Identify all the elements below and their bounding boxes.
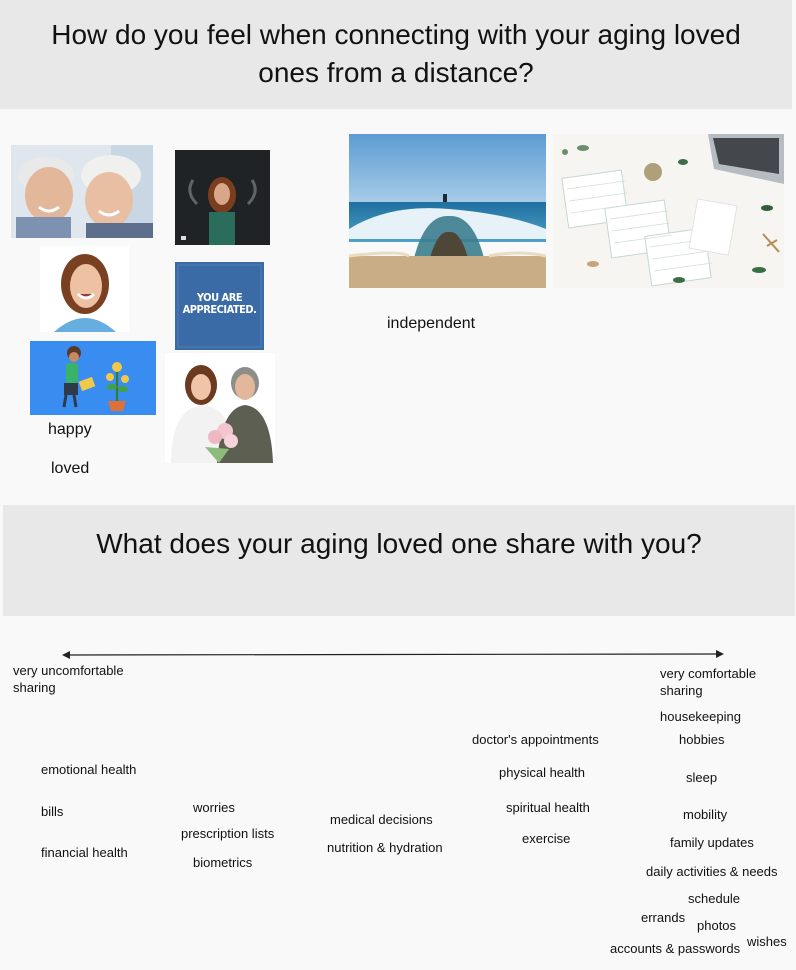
item-worries: worries bbox=[193, 800, 235, 815]
feeling-word-happy: happy bbox=[48, 421, 92, 438]
calendar-flatlay-photo bbox=[553, 134, 784, 288]
item-mobility: mobility bbox=[683, 807, 728, 822]
item-wishes: wishes bbox=[747, 934, 787, 949]
woman-chalkboard-photo bbox=[175, 150, 270, 245]
item-biometrics: biometrics bbox=[193, 855, 253, 870]
poster-text: YOU ARE APPRECIATED. bbox=[182, 291, 257, 316]
item-emotional-health: emotional health bbox=[41, 762, 137, 777]
item-spiritual-health: spiritual health bbox=[506, 800, 590, 815]
older-couple-photo bbox=[11, 145, 153, 238]
item-photos: photos bbox=[697, 918, 737, 933]
item-medical-decisions: medical decisions bbox=[330, 812, 433, 827]
item-accounts-passwords: accounts & passwords bbox=[610, 941, 741, 956]
sharing-title: What does your aging loved one share wit… bbox=[96, 528, 702, 559]
scale-label-comfortable: very comfortable sharing bbox=[660, 666, 757, 698]
item-prescription-lists: prescription lists bbox=[181, 826, 275, 841]
item-housekeeping: housekeeping bbox=[660, 709, 741, 724]
feeling-word-independent: independent bbox=[387, 315, 476, 332]
item-financial-health: financial health bbox=[41, 845, 128, 860]
laughing-woman-photo bbox=[40, 246, 129, 332]
item-daily-activities: daily activities & needs bbox=[646, 864, 778, 879]
you-are-appreciated-poster: YOU ARE APPRECIATED. bbox=[175, 262, 264, 350]
scale-label-uncomfortable: very uncomfortable sharing bbox=[13, 663, 124, 695]
item-sleep: sleep bbox=[686, 770, 718, 785]
item-family-updates: family updates bbox=[670, 835, 754, 850]
item-physical-health: physical health bbox=[499, 765, 585, 780]
item-errands: errands bbox=[641, 910, 686, 925]
item-nutrition-hydration: nutrition & hydration bbox=[327, 840, 443, 855]
item-doctors-appointments: doctor's appointments bbox=[472, 732, 599, 747]
sharing-title-banner: What does your aging loved one share wit… bbox=[3, 505, 795, 616]
item-schedule: schedule bbox=[688, 891, 741, 906]
item-hobbies: hobbies bbox=[679, 732, 725, 747]
item-bills: bills bbox=[41, 804, 64, 819]
item-exercise: exercise bbox=[522, 831, 571, 846]
feelings-title: How do you feel when connecting with you… bbox=[51, 19, 741, 88]
comfort-scale-arrow bbox=[62, 648, 724, 662]
feelings-title-banner: How do you feel when connecting with you… bbox=[0, 0, 792, 109]
mother-daughter-flowers-photo bbox=[165, 353, 275, 463]
ocean-wave-photo bbox=[349, 134, 546, 288]
feeling-word-loved: loved bbox=[51, 460, 90, 477]
watering-plant-illustration bbox=[30, 341, 156, 415]
